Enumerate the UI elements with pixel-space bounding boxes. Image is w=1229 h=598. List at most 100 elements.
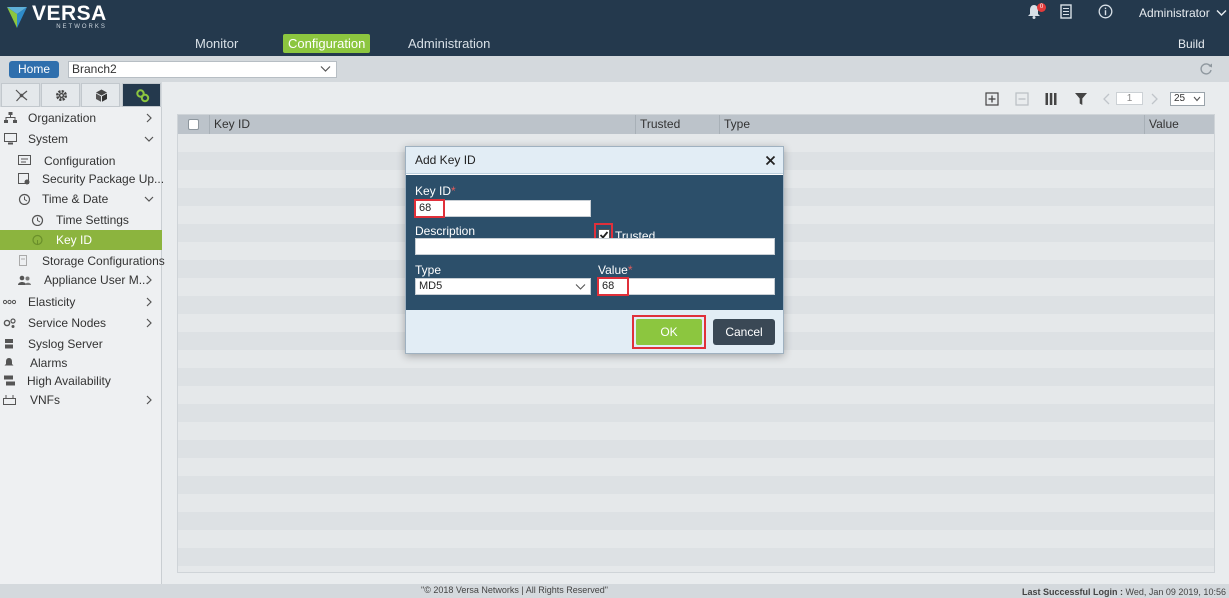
chevron-down-icon[interactable] <box>144 134 154 144</box>
sidebar-item-label: High Availability <box>27 374 111 388</box>
rows-per-page-select[interactable]: 25 <box>1170 92 1205 106</box>
chevron-down-icon <box>1216 10 1227 16</box>
top-bar: VERSA NETWORKS Monitor Configuration Adm… <box>0 0 1229 56</box>
org-icon <box>4 112 17 123</box>
last-login-value: Wed, Jan 09 2019, 10:56 <box>1125 587 1226 597</box>
sidebar-item-elasticity[interactable]: Elasticity <box>0 292 162 312</box>
sidebar-item-time-date[interactable]: Time & Date <box>0 189 162 209</box>
description-input[interactable] <box>415 238 775 255</box>
sidebar-item-service-nodes[interactable]: Service Nodes <box>0 313 162 333</box>
sidebar-item-label: Organization <box>28 111 97 125</box>
page-number-input[interactable]: 1 <box>1116 92 1143 105</box>
select-all-checkbox[interactable] <box>188 119 199 130</box>
refresh-icon[interactable] <box>1199 62 1213 76</box>
tab-objects[interactable] <box>81 83 120 107</box>
nav-monitor[interactable]: Monitor <box>190 34 243 53</box>
cube-icon <box>96 89 107 102</box>
ok-button[interactable]: OK <box>636 319 702 345</box>
notifications-bell-icon[interactable]: 0 <box>1027 3 1046 20</box>
sidebar-item-high-availability[interactable]: High Availability <box>0 371 162 391</box>
type-select-value: MD5 <box>419 280 443 292</box>
filter-icon[interactable] <box>1074 92 1088 106</box>
home-button[interactable]: Home <box>9 61 59 78</box>
chevron-right-icon[interactable] <box>144 395 154 405</box>
dialog-title: Add Key ID <box>415 153 476 167</box>
highlight-box <box>414 199 445 218</box>
sidebar-item-organization[interactable]: Organization <box>0 108 162 128</box>
service-nodes-icon <box>3 318 16 328</box>
sidebar-item-label: Appliance User M... <box>44 273 149 287</box>
copyright-text: "© 2018 Versa Networks | All Rights Rese… <box>421 585 608 595</box>
chevron-right-icon[interactable] <box>144 113 154 123</box>
sidebar-item-vnfs[interactable]: VNFs <box>0 390 162 410</box>
sidebar-item-alarms[interactable]: Alarms <box>0 353 162 373</box>
left-navigation-panel: Organization System Configuration Securi… <box>0 82 165 598</box>
table-header: Key ID Trusted Type Value <box>178 115 1214 134</box>
sidebar-item-label: Key ID <box>56 233 93 247</box>
sidebar-item-appliance-users[interactable]: Appliance User M... <box>0 270 162 290</box>
ha-icon <box>4 375 15 386</box>
user-menu[interactable]: Administrator <box>1139 6 1227 20</box>
sidebar-item-configuration[interactable]: Configuration <box>0 151 162 171</box>
columns-icon[interactable] <box>1044 92 1058 106</box>
type-select[interactable]: MD5 <box>415 278 591 295</box>
sidebar-item-storage[interactable]: Storage Configurations <box>0 251 165 271</box>
chevron-right-icon[interactable] <box>144 297 154 307</box>
sidebar-item-label: Security Package Up... <box>42 172 165 186</box>
previous-page-icon[interactable] <box>1100 92 1114 106</box>
sidebar-item-syslog[interactable]: Syslog Server <box>0 334 162 354</box>
type-label: Type <box>415 263 442 277</box>
vnf-icon <box>3 395 16 405</box>
dialog-body: Key ID* 68 Trusted Description Type MD5 … <box>406 175 783 310</box>
chevron-right-icon[interactable] <box>144 275 154 285</box>
sidebar-item-label: Configuration <box>44 154 116 168</box>
sidebar-item-system[interactable]: System <box>0 129 162 149</box>
storage-icon <box>19 255 27 266</box>
tab-settings[interactable] <box>41 83 80 107</box>
config-icon <box>18 155 31 165</box>
add-key-id-dialog: Add Key ID Key ID* 68 Trusted Descriptio… <box>405 146 784 354</box>
value-label: Value* <box>598 263 632 277</box>
highlight-box <box>597 277 629 296</box>
description-label: Description <box>415 224 476 238</box>
sidebar-item-label: Storage Configurations <box>42 254 165 268</box>
elasticity-icon <box>3 299 16 305</box>
add-icon[interactable] <box>985 92 999 106</box>
nav-configuration[interactable]: Configuration <box>283 34 371 53</box>
chevron-down-icon <box>1193 96 1201 102</box>
chevron-down-icon <box>575 284 586 290</box>
column-header-key-id[interactable]: Key ID <box>209 115 635 134</box>
alarm-icon <box>4 358 14 366</box>
tab-network[interactable] <box>1 83 40 107</box>
nav-administration[interactable]: Administration <box>403 34 495 53</box>
chevron-right-icon[interactable] <box>144 318 154 328</box>
sidebar-item-label: Elasticity <box>28 295 76 309</box>
next-page-icon[interactable] <box>1147 92 1161 106</box>
appliance-select[interactable]: Branch2 <box>68 61 337 78</box>
versa-logo: VERSA NETWORKS <box>6 3 107 30</box>
tab-services[interactable] <box>122 83 161 107</box>
system-icon <box>4 133 17 145</box>
sidebar-tabs <box>0 82 162 107</box>
column-header-trusted[interactable]: Trusted <box>635 115 719 134</box>
cancel-button[interactable]: Cancel <box>713 319 775 345</box>
required-mark: * <box>627 263 633 277</box>
key-icon <box>32 234 43 246</box>
close-icon[interactable] <box>765 155 776 166</box>
sidebar-item-label: Time & Date <box>42 192 109 206</box>
tasks-document-icon[interactable] <box>1060 4 1074 20</box>
info-icon[interactable] <box>1098 4 1113 19</box>
chevron-down-icon[interactable] <box>144 194 154 204</box>
column-header-type[interactable]: Type <box>719 115 1144 134</box>
sidebar-item-time-settings[interactable]: Time Settings <box>0 210 162 230</box>
services-icon <box>136 89 150 103</box>
column-header-value[interactable]: Value <box>1144 115 1214 134</box>
clock-icon <box>18 193 31 205</box>
required-mark: * <box>451 184 456 198</box>
sidebar-item-security-package[interactable]: Security Package Up... <box>0 169 165 189</box>
delete-icon[interactable] <box>1015 92 1029 106</box>
key-id-label: Key ID* <box>415 184 456 198</box>
build-link[interactable]: Build <box>1178 37 1205 51</box>
value-label-text: Value <box>598 263 628 277</box>
sidebar-item-key-id[interactable]: Key ID <box>0 230 162 250</box>
